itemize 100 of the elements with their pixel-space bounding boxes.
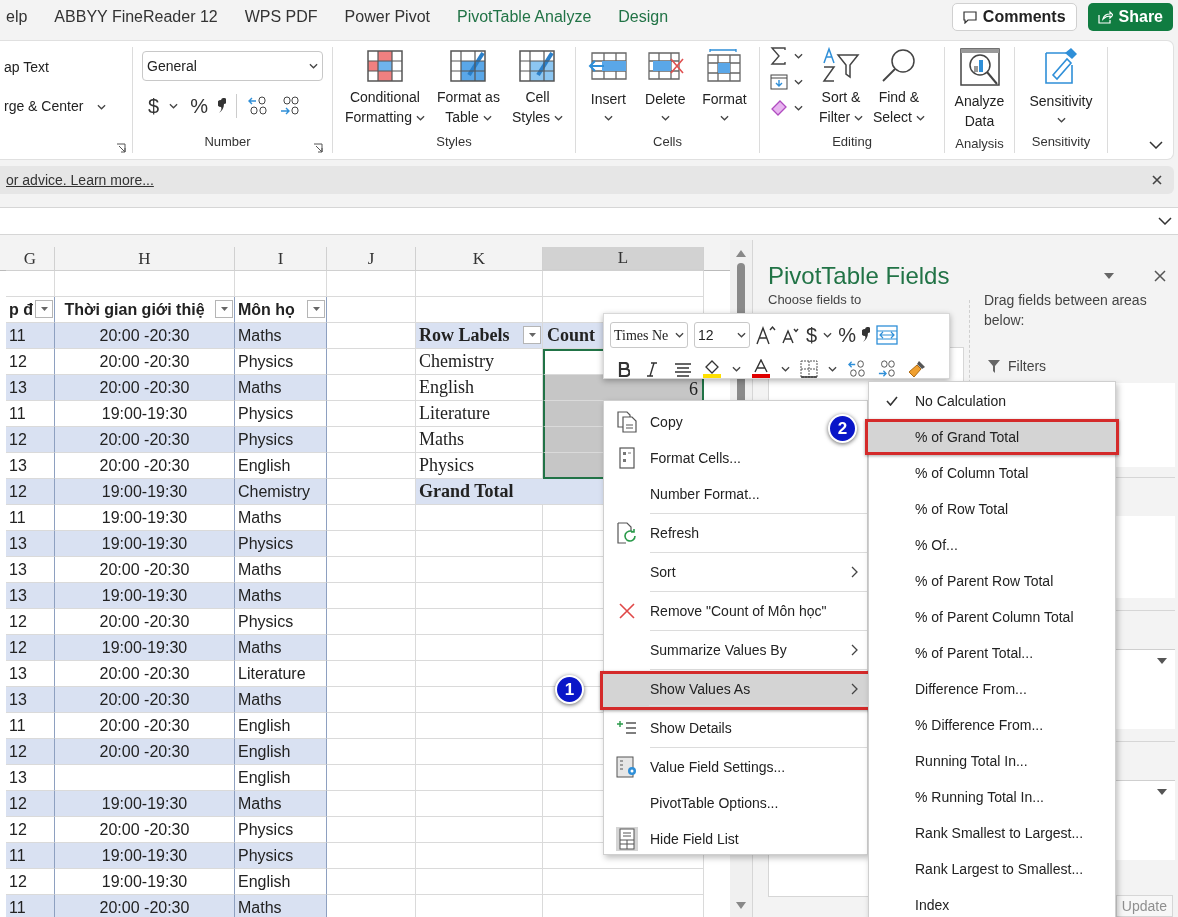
menu-item[interactable]: Show Values As — [600, 671, 871, 710]
comments-button[interactable]: Comments — [951, 3, 1077, 31]
table-cell: 20:00 -20:30 — [55, 661, 235, 687]
menu-item[interactable]: Hide Field List — [604, 821, 825, 857]
menu-item[interactable]: % of Column Total — [869, 455, 1115, 491]
ribbon-button[interactable]: Format — [702, 49, 747, 121]
table-cell: 19:00-19:30 — [55, 843, 235, 869]
wrap-text-button[interactable]: ap Text — [0, 57, 126, 78]
menu-item[interactable]: % of Row Total — [869, 491, 1115, 527]
table-cell: 13 — [6, 765, 55, 791]
menu-item[interactable]: Difference From... — [869, 671, 1115, 707]
drag-fields-label: Drag fields between areas below: — [984, 291, 1148, 330]
ribbon-button[interactable]: Sensitivity — [1029, 47, 1093, 123]
menu-item[interactable]: % Difference From... — [869, 707, 1115, 743]
menu-item[interactable]: Index — [869, 887, 1115, 917]
table-cell: 19:00-19:30 — [55, 505, 235, 531]
table-cell: 19:00-19:30 — [55, 479, 235, 505]
table-cell: English — [235, 869, 327, 895]
ribbon-button[interactable]: Format as Table — [436, 49, 500, 127]
table-cell: 13 — [6, 661, 55, 687]
share-button[interactable]: Share — [1087, 3, 1173, 31]
table-cell: English — [235, 713, 327, 739]
menu-item[interactable]: % of Parent Total... — [869, 635, 1115, 671]
menu-item[interactable]: Refresh — [604, 515, 867, 554]
table-cell: 12 — [6, 791, 55, 817]
ribbon-tab[interactable]: Power Pivot — [344, 5, 430, 29]
table-cell: Maths — [235, 791, 327, 817]
group-label: Analysis — [955, 136, 1004, 151]
table-cell: 11 — [6, 401, 55, 427]
table-cell: 19:00-19:30 — [55, 583, 235, 609]
group-label: Styles — [436, 134, 472, 149]
table-cell: 20:00 -20:30 — [55, 687, 235, 713]
table-cell: Physics — [235, 843, 327, 869]
ribbon-tab[interactable]: ABBYY FineReader 12 — [54, 5, 218, 29]
menu-item[interactable]: Value Field Settings... — [604, 749, 825, 785]
ribbon-tab[interactable]: WPS PDF — [244, 5, 318, 29]
menu-item[interactable]: Rank Smallest to Largest... — [869, 815, 1115, 851]
table-cell: 20:00 -20:30 — [55, 817, 235, 843]
menu-item[interactable]: Number Format... — [604, 476, 867, 515]
column-header[interactable]: H — [55, 247, 235, 271]
menu-item[interactable]: % of Grand Total — [865, 419, 1119, 455]
table-cell: 12 — [6, 349, 55, 375]
table-cell: 19:00-19:30 — [55, 791, 235, 817]
menu-item[interactable]: Remove "Count of Môn học" — [604, 593, 867, 632]
number-format-dropdown[interactable]: General — [142, 51, 323, 81]
table-cell: 12 — [6, 427, 55, 453]
menu-item[interactable]: No Calculation — [869, 383, 1115, 419]
column-header[interactable]: J — [327, 247, 416, 271]
column-header[interactable]: L — [543, 247, 704, 271]
table-cell: 11 — [6, 895, 55, 917]
menu-item[interactable]: Format Cells... — [604, 440, 825, 476]
menu-item[interactable]: Sort — [604, 554, 867, 593]
ribbon-button[interactable]: Cell Styles — [511, 49, 563, 127]
percent-button[interactable]: % — [190, 91, 208, 121]
table-cell: 19:00-19:30 — [55, 401, 235, 427]
ribbon-button[interactable]: Find & Select — [873, 47, 925, 127]
table-cell: 11 — [6, 505, 55, 531]
ribbon-button[interactable]: Sort & Filter — [819, 47, 863, 127]
font-size-dropdown[interactable]: 12 — [694, 322, 750, 348]
menu-item[interactable]: PivotTable Options... — [604, 785, 825, 821]
table-cell: 20:00 -20:30 — [55, 739, 235, 765]
ribbon-button[interactable]: Conditional Formatting — [345, 49, 425, 127]
table-header-cell: Thời gian giới thiệ — [55, 297, 235, 323]
ribbon-button[interactable]: Insert — [588, 49, 629, 121]
table-cell: Physics — [235, 817, 327, 843]
ribbon-tab[interactable]: Design — [618, 5, 669, 29]
menu-item[interactable]: Show Details — [604, 710, 867, 749]
menu-item[interactable]: Running Total In... — [869, 743, 1115, 779]
table-cell: 11 — [6, 843, 55, 869]
percent-button[interactable]: % — [838, 320, 856, 350]
currency-button[interactable]: $ — [806, 320, 818, 350]
table-cell: Maths — [235, 635, 327, 661]
menu-item[interactable]: % Of... — [869, 527, 1115, 563]
table-cell: Chemistry — [235, 479, 327, 505]
menu-item[interactable]: % Running Total In... — [869, 779, 1115, 815]
ribbon-tab[interactable]: PivotTable Analyze — [457, 5, 592, 29]
table-cell: 12 — [6, 817, 55, 843]
ribbon-tab[interactable]: elp — [6, 5, 28, 29]
table-cell: 20:00 -20:30 — [55, 427, 235, 453]
column-header[interactable]: G — [6, 247, 55, 271]
table-cell: Maths — [235, 687, 327, 713]
menu-item[interactable]: % of Parent Row Total — [869, 563, 1115, 599]
font-dropdown[interactable]: Times Ne — [610, 322, 688, 348]
learn-more-link[interactable]: or advice. Learn more... — [0, 169, 154, 191]
menu-item[interactable]: Summarize Values By — [604, 632, 867, 671]
group-label: Sensitivity — [1031, 134, 1091, 149]
merge-center-button[interactable]: rge & Center — [0, 96, 126, 117]
ribbon-button[interactable]: Delete — [645, 49, 686, 121]
ribbon-button[interactable]: Analyze Data — [954, 47, 1005, 131]
currency-button[interactable]: $ — [148, 91, 160, 121]
table-header-cell: p đ — [6, 297, 55, 323]
menu-item[interactable]: % of Parent Column Total — [869, 599, 1115, 635]
table-cell: 12 — [6, 635, 55, 661]
table-header-cell: Môn họ — [235, 297, 327, 323]
table-cell: 13 — [6, 375, 55, 401]
menu-item[interactable]: Copy — [604, 404, 825, 440]
column-header[interactable]: K — [416, 247, 543, 271]
menu-item[interactable]: Rank Largest to Smallest... — [869, 851, 1115, 887]
column-header[interactable]: I — [235, 247, 327, 271]
table-cell: 13 — [6, 687, 55, 713]
